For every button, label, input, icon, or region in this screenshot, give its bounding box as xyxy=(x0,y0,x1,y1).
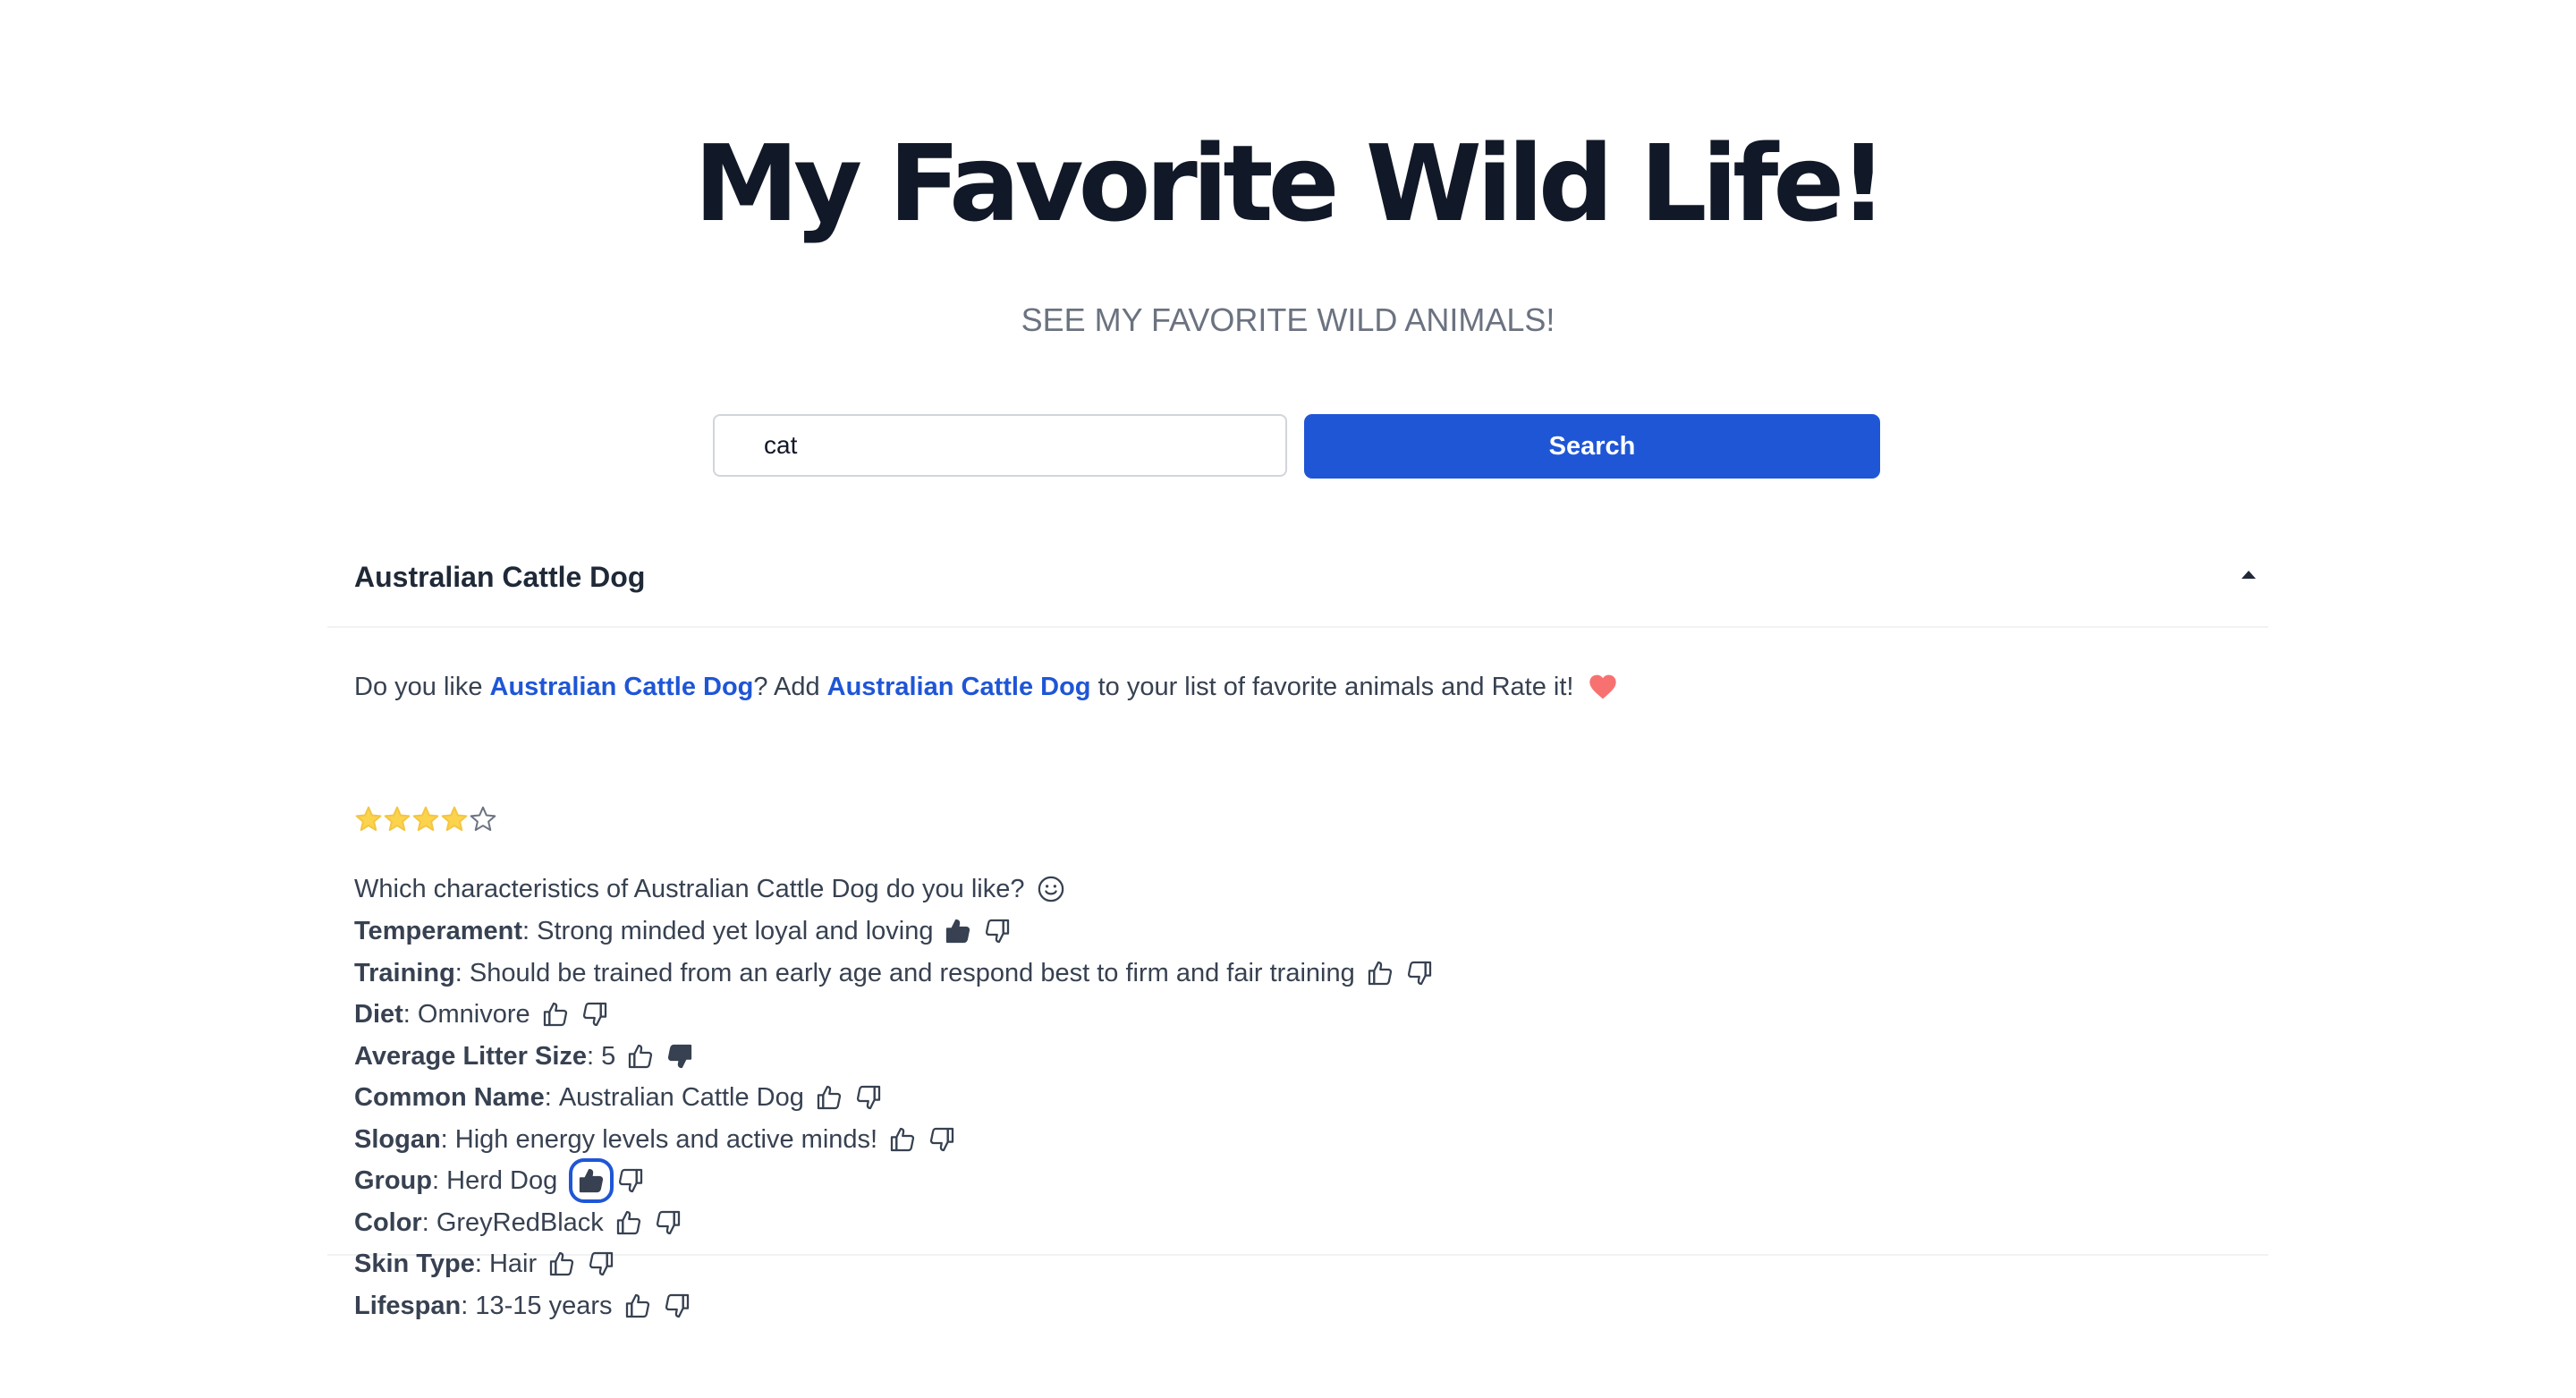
characteristic-separator: : xyxy=(474,1250,489,1278)
characteristic-label: Diet xyxy=(354,1000,403,1029)
thumbs-up-icon[interactable] xyxy=(888,1125,917,1154)
characteristic-value: Hair xyxy=(488,1250,538,1278)
thumbs-up-icon[interactable] xyxy=(944,917,972,945)
star-empty-icon[interactable] xyxy=(469,805,497,834)
characteristic-value: Herd Dog xyxy=(446,1166,558,1195)
thumbs-down-icon[interactable] xyxy=(616,1166,645,1195)
accordion-header[interactable]: Australian Cattle Dog xyxy=(327,528,2268,628)
thumbs-up-icon[interactable] xyxy=(626,1042,655,1071)
thumbs-down-icon[interactable] xyxy=(580,1000,609,1029)
characteristic-row: Average Litter Size: 5 xyxy=(354,1038,694,1074)
accordion-body: Do you like Australian Cattle Dog ? Add … xyxy=(327,628,2268,1320)
animal-link[interactable]: Australian Cattle Dog xyxy=(827,669,1091,705)
characteristic-label: Common Name xyxy=(354,1083,545,1112)
characteristic-label: Color xyxy=(354,1207,422,1237)
search-input[interactable] xyxy=(713,414,1287,477)
characteristic-label: Group xyxy=(354,1166,432,1195)
page: My Favorite Wild Life! SEE MY FAVORITE W… xyxy=(0,0,2576,1398)
caret-up-icon[interactable] xyxy=(2241,571,2256,579)
characteristic-row: Color: GreyRedBlack xyxy=(354,1205,682,1241)
animal-link[interactable]: Australian Cattle Dog xyxy=(490,669,754,705)
favorite-prompt: Do you like Australian Cattle Dog ? Add … xyxy=(354,669,1617,705)
characteristic-value: 5 xyxy=(601,1041,616,1071)
characteristic-row: Common Name: Australian Cattle Dog xyxy=(354,1080,883,1115)
characteristic-row: Lifespan: 13-15 years xyxy=(354,1288,691,1324)
characteristic-row: Diet: Omnivore xyxy=(354,996,609,1032)
thumbs-up-icon[interactable] xyxy=(1366,959,1394,987)
characteristic-separator: : xyxy=(522,917,538,945)
characteristic-row: Training: Should be trained from an earl… xyxy=(354,955,1434,991)
thumbs-up-icon[interactable] xyxy=(623,1292,652,1320)
characteristic-separator: : xyxy=(587,1041,602,1071)
characteristic-label: Average Litter Size xyxy=(354,1041,588,1071)
characteristic-value: GreyRedBlack xyxy=(436,1207,604,1237)
favorite-prompt-text: ? Add xyxy=(753,673,827,701)
characteristic-separator: : xyxy=(432,1166,447,1195)
characteristic-label: Slogan xyxy=(354,1124,441,1154)
characteristic-separator: : xyxy=(461,1291,476,1320)
animal-name: Australian Cattle Dog xyxy=(354,561,646,593)
star-filled-icon[interactable] xyxy=(383,805,411,834)
thumbs-down-icon[interactable] xyxy=(587,1250,615,1278)
characteristic-separator: : xyxy=(421,1207,436,1237)
star-filled-icon[interactable] xyxy=(440,805,469,834)
characteristic-separator: : xyxy=(544,1083,559,1112)
characteristic-value: Strong minded yet loyal and loving xyxy=(537,917,934,945)
characteristic-row: Temperament: Strong minded yet loyal and… xyxy=(354,913,1012,949)
characteristics-prompt: Which characteristics of Australian Catt… xyxy=(354,871,1064,907)
characteristics-prompt-text: Which characteristics of Australian Catt… xyxy=(354,875,1025,903)
page-title: My Favorite Wild Life! xyxy=(693,122,1887,245)
characteristic-value: High energy levels and active minds! xyxy=(454,1124,878,1154)
thumbs-up-icon[interactable] xyxy=(815,1083,843,1112)
characteristic-separator: : xyxy=(440,1124,455,1154)
thumbs-up-icon[interactable] xyxy=(569,1158,614,1203)
thumbs-down-icon[interactable] xyxy=(854,1083,883,1112)
star-filled-icon[interactable] xyxy=(354,805,383,834)
favorite-prompt-text: to your list of favorite animals and Rat… xyxy=(1090,673,1574,701)
characteristic-value: Australian Cattle Dog xyxy=(558,1083,804,1112)
characteristic-label: Skin Type xyxy=(354,1250,475,1278)
thumbs-up-icon[interactable] xyxy=(614,1208,643,1237)
characteristic-separator: : xyxy=(402,1000,418,1029)
star-filled-icon[interactable] xyxy=(411,805,440,834)
thumbs-down-icon[interactable] xyxy=(654,1208,682,1237)
thumbs-down-icon[interactable] xyxy=(983,917,1012,945)
characteristic-label: Lifespan xyxy=(354,1291,462,1320)
result-accordion: Australian Cattle Dog Do you like Austra… xyxy=(327,528,2268,1320)
favorite-prompt-text: Do you like xyxy=(354,673,490,701)
thumbs-up-icon[interactable] xyxy=(547,1250,576,1278)
heart-icon[interactable] xyxy=(1589,674,1617,700)
characteristic-label: Temperament xyxy=(354,917,523,945)
search-button[interactable]: Search xyxy=(1304,414,1880,479)
characteristic-row: Skin Type: Hair xyxy=(354,1246,615,1282)
thumbs-down-icon[interactable] xyxy=(1405,959,1434,987)
thumbs-down-icon[interactable] xyxy=(928,1125,956,1154)
characteristic-row: Group: Herd Dog xyxy=(354,1158,645,1203)
rating-stars xyxy=(354,805,497,834)
characteristic-label: Training xyxy=(354,958,455,987)
thumbs-up-icon[interactable] xyxy=(541,1000,570,1029)
thumbs-down-icon[interactable] xyxy=(663,1292,691,1320)
characteristic-value: Omnivore xyxy=(417,1000,530,1029)
characteristic-value: 13-15 years xyxy=(475,1291,613,1320)
smile-icon xyxy=(1038,876,1064,902)
characteristic-separator: : xyxy=(454,958,470,987)
characteristic-value: Should be trained from an early age and … xyxy=(469,958,1355,987)
characteristic-row: Slogan: High energy levels and active mi… xyxy=(354,1122,956,1157)
page-subtitle: SEE MY FAVORITE WILD ANIMALS! xyxy=(1021,301,1555,338)
thumbs-down-icon[interactable] xyxy=(665,1042,694,1071)
